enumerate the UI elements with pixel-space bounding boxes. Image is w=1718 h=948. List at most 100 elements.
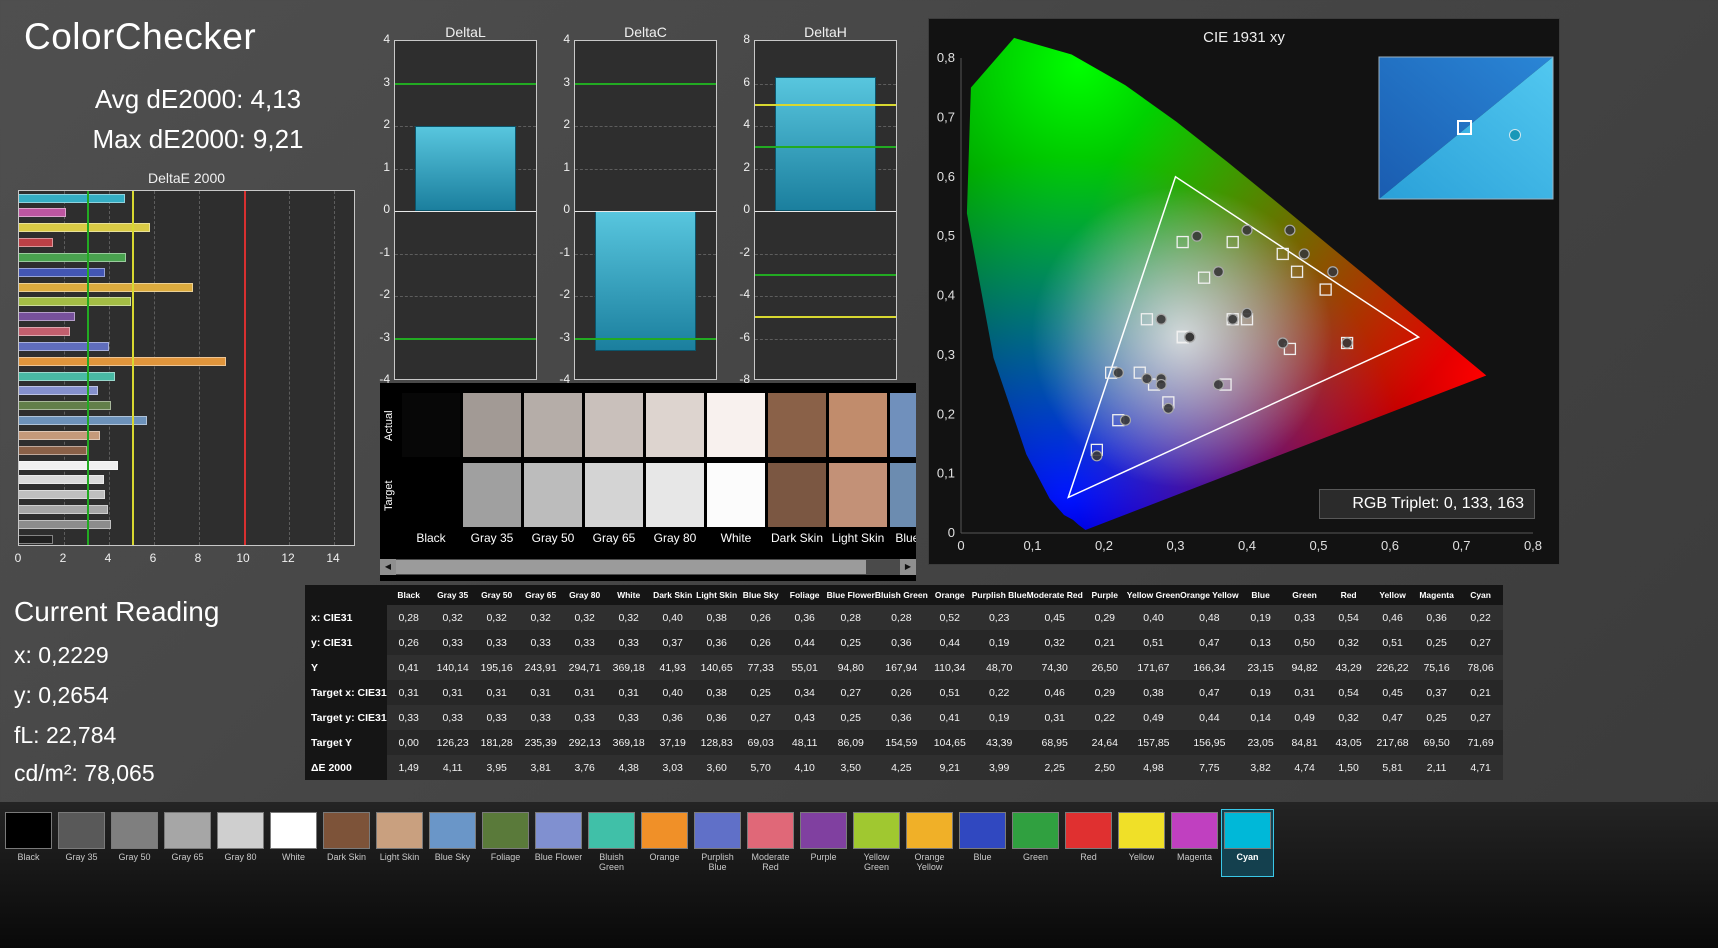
- deltae-bar-purplish-blue: [19, 341, 109, 351]
- swatch-scrollbar[interactable]: ◀ ▶: [380, 559, 916, 575]
- patch-button-blue[interactable]: Blue: [957, 810, 1008, 876]
- table-cell: 0,45: [1370, 680, 1415, 705]
- patch-button-moderate-red[interactable]: Moderate Red: [745, 810, 796, 876]
- table-cell: 369,18: [606, 655, 651, 680]
- y-tick-label: -1: [559, 244, 570, 259]
- column-header-yellow-green: Yellow Green: [1126, 585, 1181, 605]
- patch-button-foliage[interactable]: Foliage: [480, 810, 531, 876]
- patch-button-yellow-green[interactable]: Yellow Green: [851, 810, 902, 876]
- table-cell: 0,25: [826, 705, 875, 730]
- table-cell: 24,64: [1082, 730, 1127, 755]
- table-cell: 167,94: [874, 655, 928, 680]
- patch-label: Blue Flower: [534, 852, 583, 862]
- y-tick-label: -3: [559, 329, 570, 344]
- gridline: [199, 191, 200, 545]
- table-cell: 3,50: [826, 755, 875, 780]
- patch-color-bluish-green: [588, 812, 635, 849]
- scroll-left-icon[interactable]: ◀: [380, 559, 396, 575]
- table-cell: 43,05: [1326, 730, 1371, 755]
- table-row: Y 0,41 140,14 195,16 243,91 294,71 369,18 41,93…: [305, 655, 1503, 680]
- table-cell: 0,31: [518, 680, 563, 705]
- patch-button-light-skin[interactable]: Light Skin: [374, 810, 425, 876]
- table-cell: 0,54: [1326, 680, 1371, 705]
- table-cell: 181,28: [474, 730, 519, 755]
- y-tick-label: 0,1: [937, 466, 955, 481]
- table-cell: 2,25: [1026, 755, 1083, 780]
- patch-button-purplish-blue[interactable]: Purplish Blue: [692, 810, 743, 876]
- row-label: Target Y: [305, 730, 387, 755]
- column-header-blue-sky: Blue Sky: [738, 585, 783, 605]
- x-tick-label: 0,7: [1452, 538, 1470, 553]
- target-swatch-gray-80: [646, 463, 704, 527]
- table-cell: 0,27: [1458, 630, 1503, 655]
- patch-button-gray-35[interactable]: Gray 35: [56, 810, 107, 876]
- table-cell: 41,93: [650, 655, 695, 680]
- patch-button-gray-50[interactable]: Gray 50: [109, 810, 160, 876]
- patch-button-orange[interactable]: Orange: [639, 810, 690, 876]
- patch-button-white[interactable]: White: [268, 810, 319, 876]
- table-cell: 0,52: [927, 605, 972, 630]
- patch-color-gray-65: [164, 812, 211, 849]
- patch-button-gray-80[interactable]: Gray 80: [215, 810, 266, 876]
- patch-button-bluish-green[interactable]: Bluish Green: [586, 810, 637, 876]
- table-cell: 126,23: [430, 730, 475, 755]
- table-row: Target x: CIE31 0,31 0,31 0,31 0,31 0,31 0,31 0…: [305, 680, 1503, 705]
- patch-button-gray-65[interactable]: Gray 65: [162, 810, 213, 876]
- deltae-bar-gray-65: [19, 490, 105, 500]
- patch-button-magenta[interactable]: Magenta: [1169, 810, 1220, 876]
- row-label: ΔE 2000: [305, 755, 387, 780]
- table-cell: 0,33: [562, 630, 607, 655]
- patch-button-purple[interactable]: Purple: [798, 810, 849, 876]
- column-header-dark-skin: Dark Skin: [650, 585, 695, 605]
- table-cell: 0,31: [474, 680, 519, 705]
- deltae-bar-red: [19, 238, 53, 247]
- patch-button-cyan[interactable]: Cyan: [1221, 809, 1274, 877]
- table-cell: 0,32: [518, 605, 563, 630]
- table-cell: 0,36: [694, 630, 739, 655]
- patch-label: Yellow: [1128, 852, 1155, 862]
- table-cell: 0,31: [606, 680, 651, 705]
- patch-button-blue-sky[interactable]: Blue Sky: [427, 810, 478, 876]
- swatch-label: Gray 50: [531, 531, 575, 545]
- patch-button-orange-yellow[interactable]: Orange Yellow: [904, 810, 955, 876]
- patch-button-dark-skin[interactable]: Dark Skin: [321, 810, 372, 876]
- swatch-label: Gray 80: [653, 531, 697, 545]
- patch-color-purplish-blue: [694, 812, 741, 849]
- patch-button-red[interactable]: Red: [1063, 810, 1114, 876]
- table-cell: 0,38: [694, 680, 739, 705]
- y-tick-label: -2: [739, 244, 750, 259]
- y-tick-label: 3: [383, 74, 390, 89]
- table-header: Black Gray 35 Gray 50 Gray 65 Gray 80 White Da…: [305, 585, 1503, 605]
- patch-label: Blue Sky: [434, 852, 471, 862]
- patch-label: Dark Skin: [326, 852, 366, 862]
- patch-color-magenta: [1171, 812, 1218, 849]
- deltae-bar-blue: [19, 267, 105, 277]
- patch-button-green[interactable]: Green: [1010, 810, 1061, 876]
- table-cell: 0,32: [1326, 630, 1371, 655]
- deltah-bar: [774, 77, 877, 211]
- y-tick-label: 0,2: [937, 406, 955, 421]
- page-title: ColorChecker: [24, 16, 257, 57]
- patch-button-yellow[interactable]: Yellow: [1116, 810, 1167, 876]
- scroll-right-icon[interactable]: ▶: [900, 559, 916, 575]
- measured-marker-dark-skin: [1241, 307, 1253, 319]
- table-cell: 74,30: [1026, 655, 1083, 680]
- x-tick-label: 0,1: [1023, 538, 1041, 553]
- table-cell: 7,75: [1180, 755, 1239, 780]
- reference-line: [755, 103, 896, 106]
- row-label-target: Target: [383, 480, 395, 512]
- column-header-purplish-blue: Purplish Blue: [971, 585, 1027, 605]
- x-tick-label: 10: [236, 551, 250, 565]
- table-cell: 369,18: [606, 730, 651, 755]
- scrollbar-thumb[interactable]: [396, 560, 866, 574]
- row-label-actual: Actual: [383, 410, 395, 442]
- patch-button-black[interactable]: Black: [3, 810, 54, 876]
- measured-marker-purple: [1162, 402, 1174, 414]
- x-tick-label: 0,6: [1381, 538, 1399, 553]
- patch-label: Yellow Green: [863, 852, 890, 873]
- chart-deltah: [754, 40, 897, 380]
- patch-label: Moderate Red: [751, 852, 790, 873]
- patch-button-blue-flower[interactable]: Blue Flower: [533, 810, 584, 876]
- table-cell: 0,36: [782, 605, 827, 630]
- column-header-moderate-red: Moderate Red: [1026, 585, 1083, 605]
